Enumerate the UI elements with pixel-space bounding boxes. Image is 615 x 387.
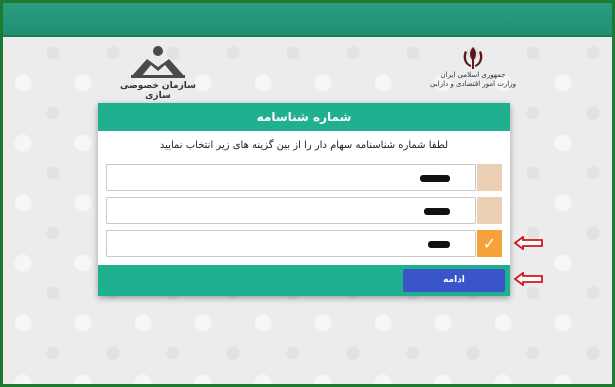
option-2-redacted-value [424,208,450,215]
privatization-logo-icon [131,46,185,78]
privatization-logo-caption: سازمان خصوصی سازی [120,81,196,101]
checkmark-icon: ✓ [482,234,497,253]
iran-emblem-icon [463,47,483,69]
option-1-field[interactable] [106,164,476,191]
dialog-instruction: لطفا شماره شناسنامه سهام دار را از بین گ… [159,140,449,151]
top-bar [3,3,612,37]
red-arrow-icon [514,236,543,250]
birth-certificate-dialog: شماره شناسامه لطفا شماره شناسنامه سهام د… [98,103,510,296]
dialog-title: شماره شناسامه [98,103,510,131]
privatization-org-logo: سازمان خصوصی سازی [118,45,198,101]
continue-button[interactable]: ادامه [403,269,505,292]
ministry-logo: جمهوری اسلامی ایران وزارت امور اقتصادی و… [418,45,528,95]
option-3-field[interactable] [106,230,476,257]
option-3[interactable]: ✓ [106,230,502,257]
option-1-checkbox[interactable] [477,164,502,191]
option-2-checkbox[interactable] [477,197,502,224]
ministry-logo-line2: وزارت امور اقتصادی و دارایی [429,80,517,88]
ministry-logo-line1: جمهوری اسلامی ایران [440,71,506,79]
option-1-redacted-value [420,175,450,182]
option-3-redacted-value [428,241,450,248]
option-3-checkbox[interactable]: ✓ [477,230,502,257]
dialog-footer: ادامه [98,265,510,296]
option-2-field[interactable] [106,197,476,224]
red-arrow-icon [514,272,543,286]
option-1[interactable] [106,164,502,191]
option-2[interactable] [106,197,502,224]
